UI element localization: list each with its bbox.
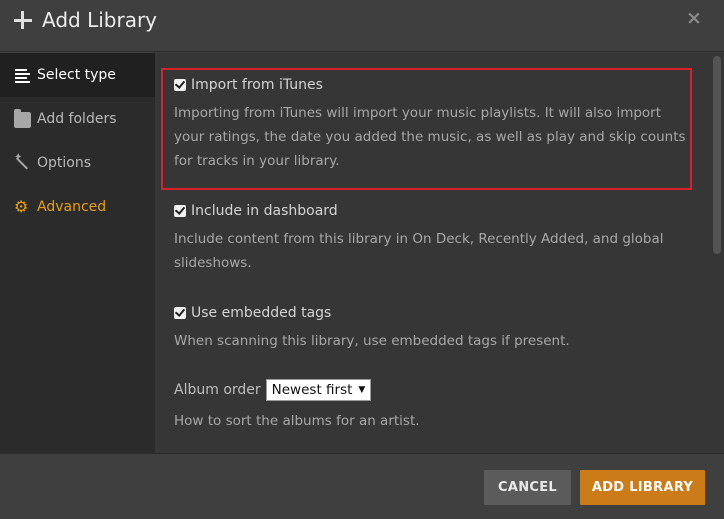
- sidebar: Select type Add folders Options ⚙ Advanc…: [0, 53, 155, 453]
- gear-icon: ⚙: [14, 197, 29, 216]
- plus-icon: [13, 9, 33, 31]
- list-icon: [14, 67, 31, 83]
- sidebar-item-label: Select type: [37, 67, 116, 83]
- embedded-tags-label: Use embedded tags: [191, 305, 332, 321]
- album-order-option: Album order Newest first ▼ How to sort t…: [174, 379, 694, 433]
- itunes-checkbox[interactable]: [174, 79, 186, 91]
- sidebar-item-label: Advanced: [37, 199, 107, 215]
- sidebar-item-options[interactable]: Options: [0, 141, 155, 185]
- cancel-button[interactable]: CANCEL: [484, 470, 571, 505]
- itunes-option: Import from iTunes Importing from iTunes…: [174, 77, 694, 173]
- folder-icon: [14, 109, 31, 128]
- advanced-options-panel: Import from iTunes Importing from iTunes…: [155, 53, 710, 453]
- sidebar-item-select-type[interactable]: Select type: [0, 53, 155, 97]
- dialog-footer: CANCEL ADD LIBRARY: [0, 453, 724, 519]
- embedded-tags-description: When scanning this library, use embedded…: [174, 333, 570, 349]
- dialog-title: Add Library: [42, 8, 158, 32]
- embedded-tags-option: Use embedded tags When scanning this lib…: [174, 305, 694, 353]
- album-order-label: Album order: [174, 382, 261, 398]
- wand-icon: [14, 152, 31, 171]
- album-order-value: Newest first: [271, 382, 353, 398]
- dashboard-description: Include content from this library in On …: [174, 231, 664, 271]
- dashboard-option: Include in dashboard Include content fro…: [174, 203, 694, 275]
- album-order-description: How to sort the albums for an artist.: [174, 413, 420, 429]
- itunes-label: Import from iTunes: [191, 77, 323, 93]
- itunes-description: Importing from iTunes will import your m…: [174, 105, 686, 169]
- sidebar-item-label: Add folders: [37, 111, 117, 127]
- sidebar-item-add-folders[interactable]: Add folders: [0, 97, 155, 141]
- sidebar-item-advanced[interactable]: ⚙ Advanced: [0, 185, 155, 229]
- sidebar-item-label: Options: [37, 155, 92, 171]
- embedded-tags-checkbox[interactable]: [174, 307, 186, 319]
- dialog-header: Add Library ×: [0, 0, 724, 52]
- scrollbar-thumb[interactable]: [713, 56, 721, 254]
- add-library-button[interactable]: ADD LIBRARY: [580, 470, 705, 505]
- caret-down-icon: ▼: [358, 385, 366, 395]
- dashboard-label: Include in dashboard: [191, 203, 338, 219]
- close-icon[interactable]: ×: [686, 6, 702, 30]
- dashboard-checkbox[interactable]: [174, 205, 186, 217]
- album-order-select[interactable]: Newest first ▼: [265, 379, 372, 401]
